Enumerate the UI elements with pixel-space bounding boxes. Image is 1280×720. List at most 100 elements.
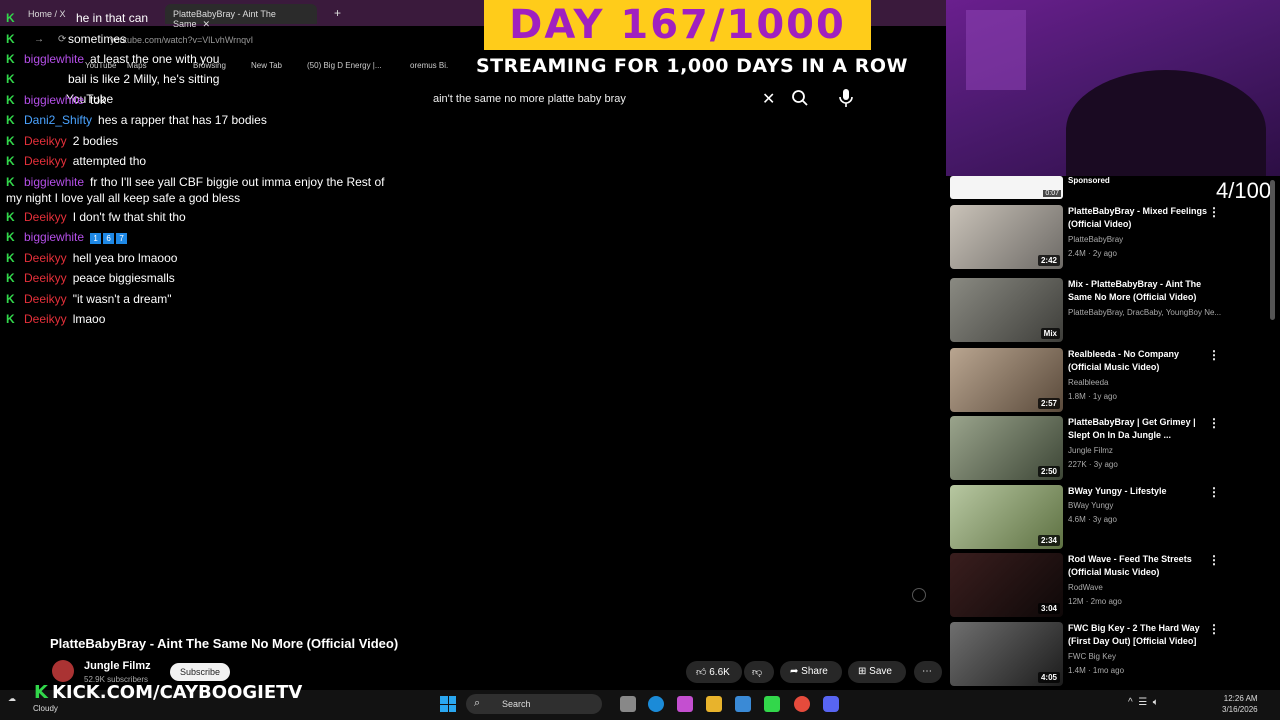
kick-icon: K: [6, 154, 15, 168]
search-input[interactable]: ain't the same no more platte baby bray: [424, 86, 786, 112]
dislike-button[interactable]: 👎︎: [744, 661, 774, 683]
file-explorer-icon[interactable]: [706, 696, 722, 712]
emote-icon: 7: [116, 233, 128, 244]
more-icon[interactable]: ⋮: [1208, 622, 1220, 636]
chat-username: Deeikyy: [24, 312, 67, 326]
channel-name[interactable]: FWC Big Key: [1068, 652, 1116, 661]
taskbar-search[interactable]: ⌕ Search: [466, 694, 602, 714]
kick-icon: K: [6, 72, 15, 86]
channel-name[interactable]: Realbleeda: [1068, 378, 1108, 387]
clear-search-icon[interactable]: ✕: [762, 89, 775, 109]
chevron-up-icon[interactable]: ^: [1128, 697, 1133, 708]
channel-name[interactable]: PlatteBabyBray: [1068, 235, 1123, 244]
recommended-video[interactable]: 2:42 PlatteBabyBray - Mixed Feelings (Of…: [950, 205, 1230, 269]
kick-icon: K: [6, 230, 15, 244]
more-icon[interactable]: ⋮: [1208, 348, 1220, 362]
channel-name[interactable]: Jungle Filmz: [1068, 446, 1113, 455]
chat-message: Kbail is like 2 Milly, he's sitting: [6, 72, 406, 87]
video-title[interactable]: Mix - PlatteBabyBray - Aint The Same No …: [1068, 278, 1208, 304]
recommended-video[interactable]: 4:05 FWC Big Key - 2 The Hard Way (First…: [950, 622, 1230, 686]
video-thumbnail[interactable]: 3:04: [950, 553, 1063, 617]
system-tray[interactable]: ^ ☰ 🔈︎: [1128, 697, 1159, 708]
kick-app-icon[interactable]: [764, 696, 780, 712]
edge-icon[interactable]: [648, 696, 664, 712]
chat-message: K Deeikyy hell yea bro lmaooo: [6, 251, 406, 266]
chat-text: attempted tho: [72, 154, 147, 168]
video-title[interactable]: Realbleeda - No Company (Official Music …: [1068, 348, 1208, 374]
chat-text: 2 bodies: [72, 134, 119, 148]
channel-name[interactable]: Jungle Filmz: [84, 660, 151, 672]
kick-icon: K: [6, 251, 15, 265]
chat-message: Kbiggiewhite fr tho I'll see yall CBF big…: [6, 175, 406, 190]
more-icon[interactable]: ⋮: [1208, 205, 1220, 219]
chat-message: K Deeikyy 2 bodies: [6, 134, 406, 149]
chat-text: hes a rapper that has 17 bodies: [98, 113, 267, 127]
video-thumbnail[interactable]: 2:34: [950, 485, 1063, 549]
video-thumbnail[interactable]: 2:42: [950, 205, 1063, 269]
volume-icon[interactable]: 🔈︎: [1153, 697, 1159, 708]
chat-message: Kbiggiewhite tok: [6, 93, 406, 108]
video-duration: 2:34: [1037, 535, 1060, 546]
sponsored-label: Sponsored: [1068, 176, 1110, 185]
recommended-mix[interactable]: Mix Mix - PlatteBabyBray - Aint The Same…: [950, 278, 1230, 342]
video-watermark-icon: [912, 588, 926, 602]
video-meta: 1.4M · 1mo ago: [1068, 666, 1125, 675]
channel-name[interactable]: RodWave: [1068, 583, 1103, 592]
microphone-icon[interactable]: [838, 88, 856, 110]
emote-icon: 1: [90, 233, 102, 244]
streaming-banner: STREAMING FOR 1,000 DAYS IN A ROW: [449, 53, 935, 79]
bookmark-oremus[interactable]: oremus Bi...: [410, 61, 453, 70]
recommended-video[interactable]: 2:50 PlatteBabyBray | Get Grimey | Slept…: [950, 416, 1230, 480]
video-thumbnail[interactable]: 4:05: [950, 622, 1063, 686]
video-title[interactable]: Rod Wave - Feed The Streets (Official Mu…: [1068, 553, 1208, 579]
chat-username: Dani2_Shifty: [24, 113, 93, 127]
channel-name[interactable]: BWay Yungy: [1068, 501, 1113, 510]
kick-icon: K: [6, 32, 15, 46]
chrome-icon[interactable]: [794, 696, 810, 712]
video-title[interactable]: BWay Yungy - Lifestyle: [1068, 485, 1208, 498]
task-view-icon[interactable]: [620, 696, 636, 712]
more-icon[interactable]: ⋮: [1208, 416, 1220, 430]
taskbar-clock[interactable]: 12:26 AM 3/16/2026: [1222, 693, 1258, 715]
chat-message: K Deeikyy I don't fw that shit tho: [6, 210, 406, 225]
more-icon[interactable]: ⋮: [1208, 553, 1220, 567]
video-thumbnail[interactable]: 2:50: [950, 416, 1063, 480]
store-icon[interactable]: [735, 696, 751, 712]
subscribe-button[interactable]: Subscribe: [170, 663, 230, 681]
save-button[interactable]: ⊞ Save: [848, 661, 906, 683]
sidebar-scrollbar[interactable]: [1270, 180, 1275, 320]
chat-text: sometimes: [68, 32, 127, 46]
discord-icon[interactable]: [823, 696, 839, 712]
recommended-video[interactable]: 3:04 Rod Wave - Feed The Streets (Offici…: [950, 553, 1230, 617]
channel-name[interactable]: PlatteBabyBray, DracBaby, YoungBoy Ne...: [1068, 308, 1221, 317]
chat-username: bigglewhite: [24, 52, 85, 66]
channel-avatar[interactable]: [52, 660, 74, 682]
video-title[interactable]: FWC Big Key - 2 The Hard Way (First Day …: [1068, 622, 1208, 648]
emote-icon: 6: [103, 233, 115, 244]
recommended-video[interactable]: 2:34 BWay Yungy - Lifestyle BWay Yungy 4…: [950, 485, 1230, 549]
chat-text: peace biggiesmalls: [72, 271, 175, 285]
chat-username: biggiewhite: [24, 230, 85, 244]
search-icon[interactable]: [791, 89, 813, 109]
video-thumbnail[interactable]: 2:57: [950, 348, 1063, 412]
ad-thumbnail[interactable]: 0:07: [950, 176, 1063, 199]
chat-message: Khe in that can: [6, 11, 406, 26]
weather-icon[interactable]: ☁: [8, 694, 16, 703]
video-title[interactable]: PlatteBabyBray | Get Grimey | Slept On I…: [1068, 416, 1208, 442]
chat-text: my night I love yall all keep safe a god…: [6, 191, 241, 205]
kick-icon: K: [6, 292, 15, 306]
windows-start-icon[interactable]: [440, 696, 456, 712]
network-icon[interactable]: ☰: [1138, 697, 1147, 708]
search-icon: ⌕: [474, 697, 481, 709]
copilot-icon[interactable]: [677, 696, 693, 712]
chat-text: lmaoo: [72, 312, 106, 326]
more-icon[interactable]: ⋮: [1208, 485, 1220, 499]
kick-icon: K: [6, 52, 15, 66]
share-button[interactable]: ➦ Share: [780, 661, 842, 683]
like-button[interactable]: 👍︎ 6.6K: [686, 661, 742, 683]
video-title[interactable]: PlatteBabyBray - Mixed Feelings (Officia…: [1068, 205, 1208, 231]
more-actions-button[interactable]: ⋯: [914, 661, 942, 683]
recommended-video[interactable]: 2:57 Realbleeda - No Company (Official M…: [950, 348, 1230, 412]
video-duration: 2:57: [1037, 398, 1060, 409]
video-thumbnail[interactable]: Mix: [950, 278, 1063, 342]
